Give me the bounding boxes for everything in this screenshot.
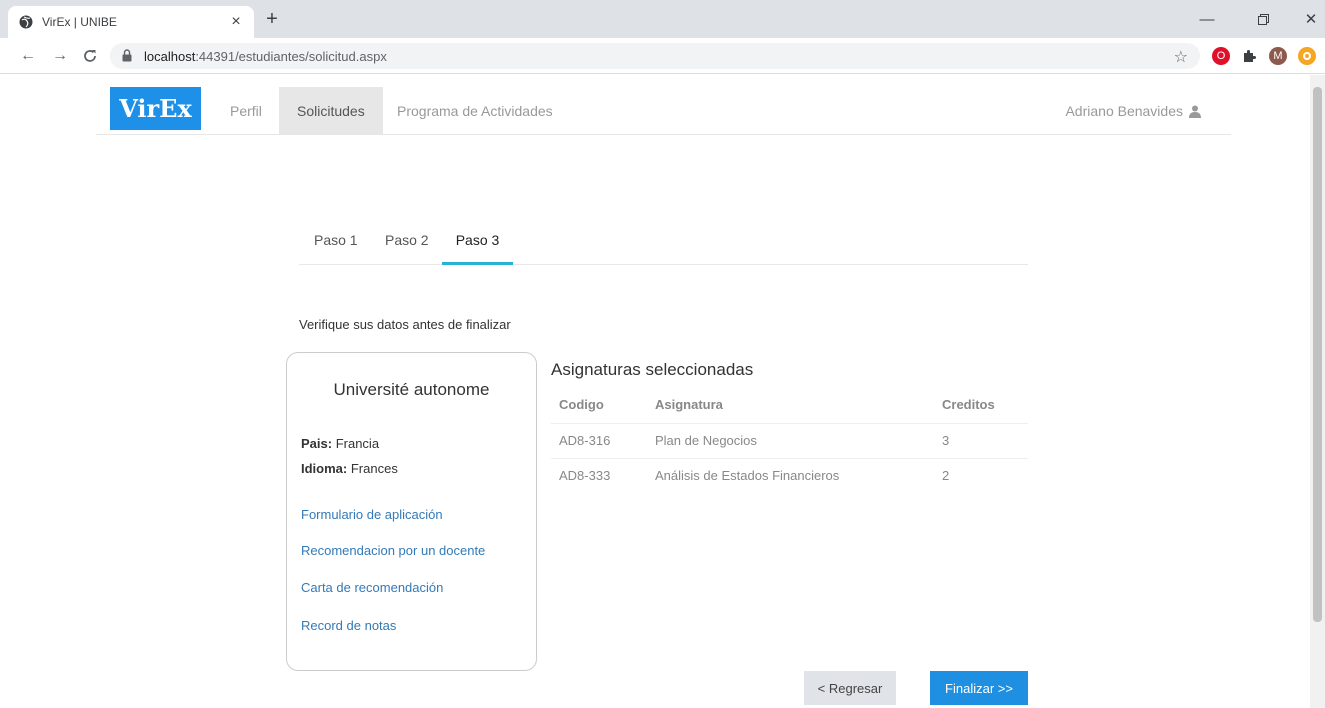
column-header-codigo: Codigo xyxy=(551,387,647,424)
tab-paso-2[interactable]: Paso 2 xyxy=(385,232,429,265)
link-formulario-aplicacion[interactable]: Formulario de aplicación xyxy=(301,507,443,522)
tab-title: VirEx | UNIBE xyxy=(42,15,117,29)
cell-creditos: 2 xyxy=(942,468,950,484)
forward-arrow-icon[interactable]: → xyxy=(50,46,70,66)
user-menu[interactable]: Adriano Benavides xyxy=(1065,87,1201,135)
opera-extension-icon[interactable]: O xyxy=(1212,47,1230,65)
link-record-notas[interactable]: Record de notas xyxy=(301,618,396,633)
user-name: Adriano Benavides xyxy=(1065,103,1183,119)
column-header-asignatura: Asignatura xyxy=(647,387,934,424)
column-header-creditos: Creditos xyxy=(934,387,1028,424)
page-scrollbar[interactable] xyxy=(1310,75,1325,708)
country-field: Pais: Francia xyxy=(301,436,380,451)
bookmark-star-icon[interactable]: ☆ xyxy=(1174,47,1188,67)
table-row: AD8-316 Plan de Negocios 3 xyxy=(551,423,1028,459)
table-header-row: Codigo Asignatura Creditos xyxy=(551,387,1028,424)
extension-circle-icon[interactable] xyxy=(1298,47,1316,65)
link-carta-recomendacion[interactable]: Carta de recomendación xyxy=(301,580,443,595)
cell-codigo: AD8-333 xyxy=(559,468,611,484)
nav-link-perfil[interactable]: Perfil xyxy=(230,87,262,135)
link-recomendacion-docente[interactable]: Recomendacion por un docente xyxy=(301,543,485,558)
browser-tab[interactable]: VirEx | UNIBE × xyxy=(8,6,254,38)
back-arrow-icon[interactable]: ← xyxy=(18,46,38,66)
wizard-steps: Paso 1 Paso 2 Paso 3 xyxy=(299,232,1028,265)
nav-link-programa[interactable]: Programa de Actividades xyxy=(397,87,553,135)
close-window-icon[interactable]: ✕ xyxy=(1288,6,1325,32)
profile-avatar[interactable]: M xyxy=(1269,47,1287,65)
brand-logo[interactable]: VirEx xyxy=(110,87,201,130)
lock-icon xyxy=(122,49,134,63)
restore-icon[interactable] xyxy=(1240,6,1286,32)
browser-tabstrip: VirEx | UNIBE × + — ✕ xyxy=(0,0,1325,38)
table-row: AD8-333 Análisis de Estados Financieros … xyxy=(551,458,1028,493)
browser-toolbar: ← → localhost:44391/estudiantes/solicitu… xyxy=(0,38,1325,74)
cell-codigo: AD8-316 xyxy=(551,423,647,459)
tab-paso-3[interactable]: Paso 3 xyxy=(442,232,513,265)
user-icon xyxy=(1189,105,1201,118)
reload-icon[interactable] xyxy=(80,46,100,66)
finish-button[interactable]: Finalizar >> xyxy=(930,671,1028,705)
subjects-title: Asignaturas seleccionadas xyxy=(551,360,754,379)
page-viewport: VirEx Perfil Solicitudes Programa de Act… xyxy=(0,75,1325,708)
subjects-table: Codigo Asignatura Creditos AD8-316 Plan … xyxy=(551,387,1028,493)
back-button[interactable]: < Regresar xyxy=(804,671,896,705)
cell-asignatura: Análisis de Estados Financieros xyxy=(655,468,840,484)
address-bar[interactable]: localhost:44391/estudiantes/solicitud.as… xyxy=(110,43,1200,69)
cell-asignatura: Plan de Negocios xyxy=(647,423,934,459)
new-tab-button[interactable]: + xyxy=(262,9,282,30)
site-navbar: VirEx Perfil Solicitudes Programa de Act… xyxy=(96,75,1231,135)
scrollbar-thumb[interactable] xyxy=(1313,87,1322,622)
nav-link-solicitudes[interactable]: Solicitudes xyxy=(279,87,383,135)
minimize-icon[interactable]: — xyxy=(1184,6,1230,32)
close-tab-icon[interactable]: × xyxy=(228,13,244,30)
address-url: localhost:44391/estudiantes/solicitud.as… xyxy=(144,48,387,64)
globe-icon xyxy=(18,14,34,30)
language-field: Idioma: Frances xyxy=(301,461,398,476)
university-name: Université autonome xyxy=(333,380,490,399)
verify-instructions: Verifique sus datos antes de finalizar xyxy=(299,317,511,332)
puzzle-extensions-icon[interactable] xyxy=(1240,47,1258,65)
university-card: Université autonome Pais: Francia Idioma… xyxy=(286,352,537,671)
cell-creditos: 3 xyxy=(934,423,1028,459)
tab-paso-1[interactable]: Paso 1 xyxy=(314,232,358,265)
